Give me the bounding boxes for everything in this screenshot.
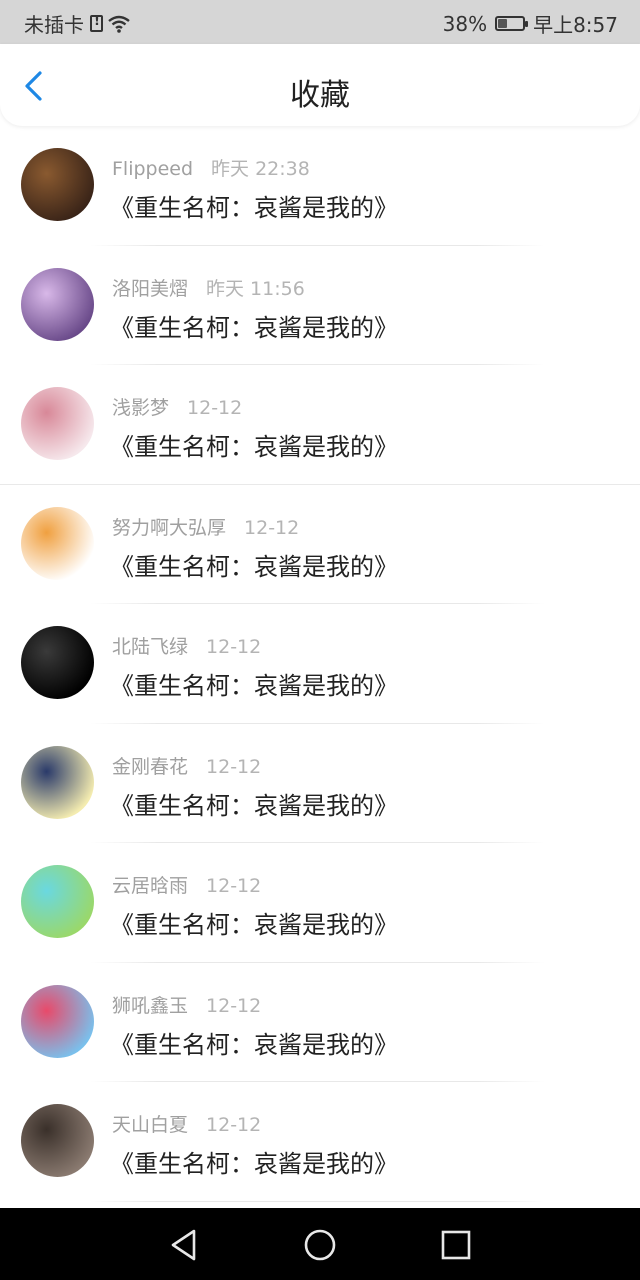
android-navigation-bar [0, 1208, 640, 1280]
timestamp: 12-12 [187, 397, 243, 419]
battery-percent: 38% [442, 11, 488, 36]
username[interactable]: 洛阳美熠 [112, 278, 188, 300]
list-item[interactable]: 云居晗雨 12-12 《重生名柯：哀酱是我的》 [0, 843, 640, 963]
favorite-title[interactable]: 《重生名柯：哀酱是我的》 [110, 1025, 398, 1060]
item-meta: Flippeed 昨天 22:38 [112, 154, 310, 181]
favorite-title[interactable]: 《重生名柯：哀酱是我的》 [110, 547, 398, 582]
avatar[interactable] [21, 626, 94, 699]
square-recent-icon [441, 1230, 471, 1260]
favorite-title[interactable]: 《重生名柯：哀酱是我的》 [110, 1144, 398, 1179]
avatar[interactable] [21, 267, 94, 341]
timestamp: 12-12 [206, 1114, 262, 1136]
username[interactable]: Flippeed [112, 158, 193, 180]
list-item[interactable]: 洛阳美熠 昨天 11:56 《重生名柯：哀酱是我的》 [0, 246, 640, 365]
page-title: 收藏 [290, 78, 350, 113]
favorite-title[interactable]: 《重生名柯：哀酱是我的》 [110, 308, 398, 343]
list-item[interactable]: 浅影梦 12-12 《重生名柯：哀酱是我的》 [0, 365, 640, 485]
timestamp: 12-12 [206, 994, 262, 1017]
username[interactable]: 天山白夏 [112, 1114, 188, 1136]
favorite-title[interactable]: 《重生名柯：哀酱是我的》 [110, 786, 398, 821]
battery-icon [495, 16, 529, 31]
list-item[interactable]: 北陆飞绿 12-12 《重生名柯：哀酱是我的》 [0, 604, 640, 724]
timestamp: 12-12 [206, 875, 262, 897]
favorite-title[interactable]: 《重生名柯：哀酱是我的》 [110, 666, 398, 701]
status-bar: 未插卡 38% 早上8:57 [0, 0, 640, 44]
item-meta: 北陆飞绿 12-12 [112, 632, 261, 659]
circle-home-icon [304, 1229, 336, 1261]
item-meta: 云居晗雨 12-12 [112, 871, 261, 898]
favorite-title[interactable]: 《重生名柯：哀酱是我的》 [110, 905, 398, 940]
favorite-title[interactable]: 《重生名柯：哀酱是我的》 [110, 188, 398, 223]
timestamp: 昨天 11:56 [206, 277, 305, 300]
list-item[interactable]: 天山白夏 12-12 《重生名柯：哀酱是我的》 [0, 1082, 640, 1202]
triangle-back-icon [171, 1229, 196, 1261]
item-meta: 狮吼鑫玉 12-12 [112, 991, 261, 1018]
clock: 早上8:57 [533, 13, 618, 37]
header-bar: 收藏 [0, 44, 640, 126]
list-item[interactable]: Flippeed 昨天 22:38 《重生名柯：哀酱是我的》 [0, 126, 640, 246]
list-item[interactable]: 狮吼鑫玉 12-12 《重生名柯：哀酱是我的》 [0, 963, 640, 1082]
timestamp: 12-12 [206, 636, 262, 658]
favorite-title[interactable]: 《重生名柯：哀酱是我的》 [110, 427, 398, 462]
timestamp: 12-12 [244, 516, 300, 539]
username[interactable]: 狮吼鑫玉 [112, 995, 188, 1017]
item-meta: 金刚春花 12-12 [112, 752, 261, 779]
battery-fill [498, 19, 508, 28]
favorites-list: Flippeed 昨天 22:38 《重生名柯：哀酱是我的》 洛阳美熠 昨天 11:56… [0, 126, 640, 1202]
avatar[interactable] [21, 984, 94, 1058]
wifi-icon [108, 15, 130, 33]
username[interactable]: 努力啊大弘厚 [112, 517, 226, 539]
item-meta: 洛阳美熠 昨天 11:56 [112, 274, 305, 301]
avatar[interactable] [21, 865, 94, 938]
sim-alert-icon [90, 14, 103, 32]
avatar[interactable] [21, 506, 94, 580]
username[interactable]: 云居晗雨 [112, 875, 188, 897]
username[interactable]: 金刚春花 [112, 756, 188, 778]
username[interactable]: 浅影梦 [112, 397, 169, 419]
divider [90, 1200, 545, 1202]
nav-back-button[interactable] [164, 1226, 204, 1264]
item-meta: 努力啊大弘厚 12-12 [112, 513, 299, 540]
list-item[interactable]: 努力啊大弘厚 12-12 《重生名柯：哀酱是我的》 [0, 485, 640, 604]
avatar[interactable] [21, 387, 94, 460]
nav-home-button[interactable] [300, 1226, 340, 1264]
avatar[interactable] [21, 745, 94, 819]
item-meta: 浅影梦 12-12 [112, 393, 242, 420]
timestamp: 12-12 [206, 755, 262, 778]
username[interactable]: 北陆飞绿 [112, 636, 188, 658]
status-right: 38% 早上8:57 [443, 9, 618, 38]
nav-recent-button[interactable] [436, 1226, 476, 1264]
list-item[interactable]: 金刚春花 12-12 《重生名柯：哀酱是我的》 [0, 724, 640, 843]
avatar[interactable] [21, 148, 94, 221]
avatar[interactable] [21, 1104, 94, 1177]
timestamp: 昨天 22:38 [211, 158, 310, 180]
status-left: 未插卡 [24, 9, 131, 38]
item-meta: 天山白夏 12-12 [112, 1110, 261, 1137]
carrier-label: 未插卡 [24, 13, 84, 37]
